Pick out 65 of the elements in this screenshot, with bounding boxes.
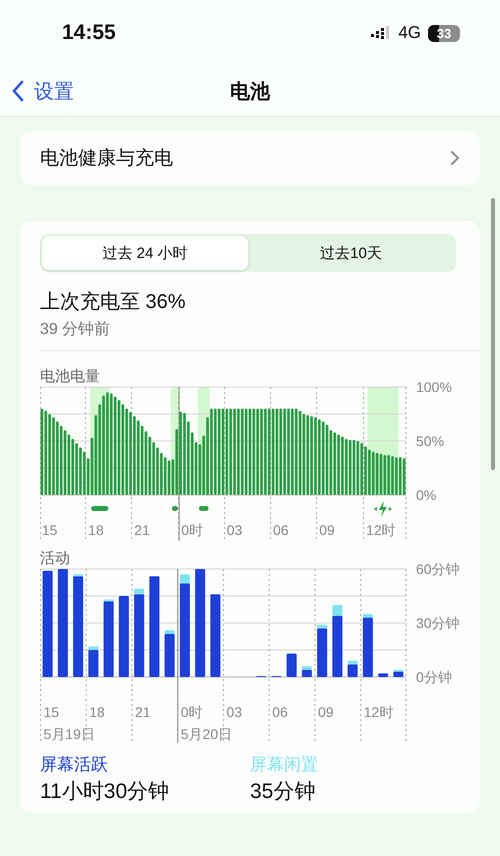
axis-label: 15 [44, 704, 60, 720]
active-bar [286, 654, 297, 677]
signal-icon [371, 26, 392, 40]
idle-bar [134, 588, 144, 594]
date-label: 5月19日 [44, 726, 95, 742]
idle-bar [362, 614, 373, 618]
idle-bar [180, 574, 190, 584]
charging-marker [91, 506, 108, 511]
idle-bar [302, 666, 312, 670]
axis-label: 100% [416, 379, 452, 395]
idle-bar [88, 646, 98, 650]
idle-bar [317, 624, 328, 628]
axis-label: 30分钟 [416, 615, 460, 631]
period-tab[interactable]: 过去10天 [248, 236, 454, 270]
axis-label: 0时 [181, 522, 204, 538]
axis-label: 06 [272, 704, 288, 720]
page-title: 电池 [230, 80, 270, 104]
idle-bar [73, 574, 84, 576]
axis-label: 03 [226, 522, 242, 538]
chart-title: 电池电量 [40, 367, 101, 385]
back-icon [12, 80, 24, 102]
total-value: 35分钟 [250, 779, 316, 805]
active-bar [88, 650, 98, 677]
idle-bar [164, 630, 175, 634]
axis-label: 0% [416, 487, 436, 503]
last-charge-title: 上次充电至 36% [40, 290, 187, 315]
legend-label: 屏幕活跃 [40, 754, 109, 776]
status-time: 14:55 [62, 21, 116, 45]
axis-label: 0分钟 [416, 669, 452, 685]
axis-label: 09 [318, 704, 334, 720]
active-bar [362, 618, 373, 677]
active-bar [164, 634, 175, 677]
legend-label: 屏幕闲置 [250, 754, 319, 776]
period-tab[interactable]: 过去 24 小时 [42, 236, 248, 270]
date-label: 5月20日 [180, 726, 232, 742]
active-bar [348, 664, 358, 677]
axis-label: 03 [226, 704, 242, 720]
idle-bar [393, 670, 404, 672]
axis-label: 21 [135, 704, 151, 720]
axis-label: 06 [273, 522, 289, 538]
axis-label: 18 [89, 704, 105, 720]
chart-title: 活动 [40, 549, 71, 567]
axis-label: 60分钟 [416, 561, 460, 577]
axis-label: 12时 [364, 704, 394, 720]
battery-health-row[interactable]: 电池健康与充电 [20, 131, 480, 185]
active-bar [393, 672, 404, 677]
charging-marker [172, 506, 178, 511]
last-charge-time: 39 分钟前 [40, 320, 112, 340]
idle-bar [332, 605, 342, 616]
charging-marker [198, 506, 209, 511]
active-bar [378, 673, 388, 677]
active-bar [317, 628, 328, 677]
idle-bar [348, 660, 358, 664]
chevron-icon [450, 150, 460, 166]
axis-label: 12时 [366, 522, 396, 538]
back-button[interactable]: 设置 [12, 78, 74, 104]
network-label: 4G [398, 23, 421, 43]
axis-label: 21 [134, 522, 150, 538]
active-bar [332, 616, 342, 677]
axis-label: 50% [416, 433, 444, 449]
total-value: 11小时30分钟 [40, 779, 170, 805]
axis-label: 0时 [180, 704, 203, 720]
axis-label: 18 [88, 522, 104, 538]
axis-label: 15 [42, 522, 58, 538]
axis-label: 09 [319, 522, 335, 538]
